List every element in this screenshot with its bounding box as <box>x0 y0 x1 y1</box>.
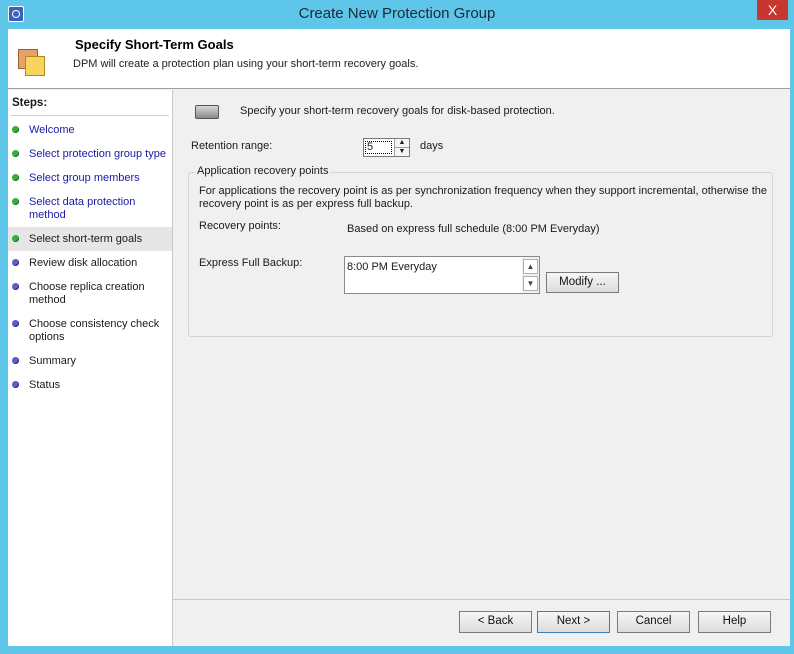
green-dot-icon <box>12 174 19 181</box>
intro-text: Specify your short-term recovery goals f… <box>240 105 555 117</box>
dialog-client-area: Specify Short-Term Goals DPM will create… <box>8 29 790 646</box>
step-label: Status <box>29 379 61 391</box>
close-button[interactable]: X <box>757 0 788 20</box>
recovery-points-label: Recovery points: <box>199 220 281 232</box>
blue-dot-icon <box>12 320 19 327</box>
step-select-data-protection-method[interactable]: Select data protection method <box>8 194 172 224</box>
step-label[interactable]: Select group members <box>29 172 167 185</box>
green-dot-icon <box>12 198 19 205</box>
step-label: Review disk allocation <box>29 257 138 269</box>
green-dot-icon <box>12 126 19 133</box>
scroll-down-icon[interactable]: ▼ <box>523 276 538 291</box>
step-label[interactable]: Select data protection method <box>29 196 167 222</box>
footer-divider <box>173 599 790 600</box>
next-button[interactable]: Next > <box>537 611 610 633</box>
main-panel: Specify your short-term recovery goals f… <box>173 90 790 646</box>
retention-unit-label: days <box>420 140 444 152</box>
group-title: Application recovery points <box>195 165 331 177</box>
list-scrollbar[interactable]: ▲ ▼ <box>522 257 539 293</box>
blue-dot-icon <box>12 259 19 266</box>
blue-dot-icon <box>12 357 19 364</box>
step-status: Status <box>8 377 172 395</box>
back-button[interactable]: < Back <box>459 611 532 633</box>
disk-icon <box>195 105 219 119</box>
wizard-header: Specify Short-Term Goals DPM will create… <box>8 29 790 89</box>
step-select-short-term-goals[interactable]: Select short-term goals <box>8 227 172 251</box>
step-label: Choose consistency check options <box>29 318 160 343</box>
folders-icon <box>18 49 45 76</box>
recovery-points-value: Based on express full schedule (8:00 PM … <box>347 223 600 235</box>
blue-dot-icon <box>12 381 19 388</box>
green-dot-icon <box>12 150 19 157</box>
chevron-down-icon[interactable]: ▼ <box>394 148 409 156</box>
step-choose-consistency-check-options: Choose consistency check options <box>8 316 172 346</box>
step-review-disk-allocation: Review disk allocation <box>8 255 172 273</box>
page-title: Specify Short-Term Goals <box>75 37 234 52</box>
step-welcome[interactable]: Welcome <box>8 122 172 140</box>
step-label: Summary <box>29 355 77 367</box>
chevron-up-icon[interactable]: ▲ <box>394 139 409 148</box>
retention-range-stepper[interactable]: 5 ▲ ▼ <box>363 138 410 157</box>
step-summary: Summary <box>8 353 172 371</box>
steps-divider <box>11 115 169 116</box>
step-label[interactable]: Welcome <box>29 124 167 137</box>
modify-button[interactable]: Modify ... <box>546 272 619 293</box>
cancel-button[interactable]: Cancel <box>617 611 690 633</box>
express-full-backup-list[interactable]: 8:00 PM Everyday ▲ ▼ <box>344 256 540 294</box>
window-title: Create New Protection Group <box>298 5 496 22</box>
step-select-protection-group-type[interactable]: Select protection group type <box>8 146 172 164</box>
list-item[interactable]: 8:00 PM Everyday <box>347 261 437 273</box>
retention-range-label: Retention range: <box>191 140 273 152</box>
green-dot-icon <box>12 235 19 242</box>
step-label: Choose replica creation method <box>29 281 145 306</box>
page-subtitle: DPM will create a protection plan using … <box>73 58 419 70</box>
blue-dot-icon <box>12 283 19 290</box>
step-label: Select short-term goals <box>29 233 143 245</box>
scroll-up-icon[interactable]: ▲ <box>523 259 538 274</box>
recovery-description: For applications the recovery point is a… <box>199 185 768 210</box>
steps-title: Steps: <box>12 97 48 109</box>
steps-panel: Steps: Welcome Select protection group t… <box>8 90 173 646</box>
title-bar: Create New Protection Group X <box>0 0 794 29</box>
step-label[interactable]: Select protection group type <box>29 148 167 161</box>
help-button[interactable]: Help <box>698 611 771 633</box>
express-full-backup-label: Express Full Backup: <box>199 257 303 269</box>
step-choose-replica-creation-method: Choose replica creation method <box>8 279 172 309</box>
retention-range-value[interactable]: 5 <box>365 141 392 154</box>
step-select-group-members[interactable]: Select group members <box>8 170 172 188</box>
